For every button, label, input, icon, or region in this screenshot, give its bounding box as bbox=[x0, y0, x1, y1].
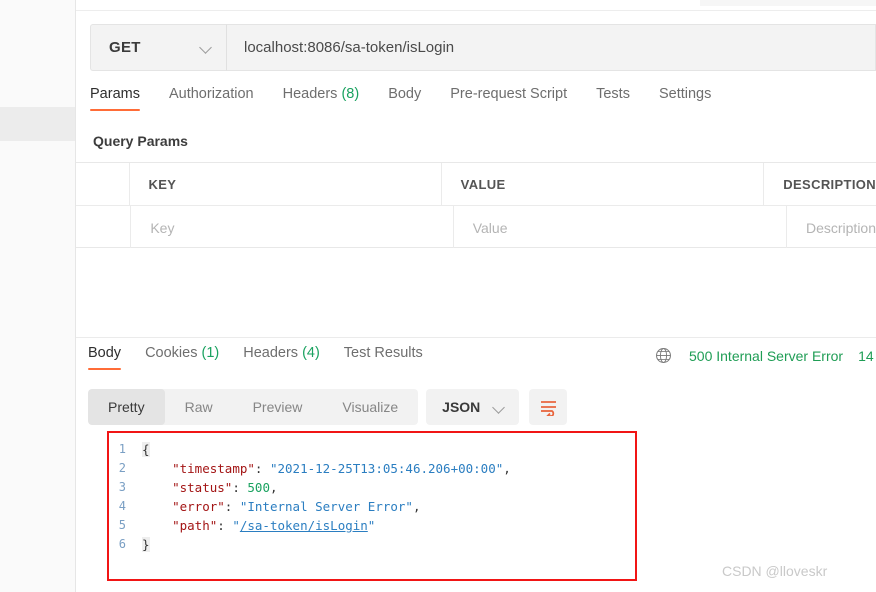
code-line-text: "status": 500, bbox=[172, 480, 278, 495]
value-input[interactable]: Value bbox=[454, 206, 787, 249]
tab-tests[interactable]: Tests bbox=[596, 86, 630, 111]
tab-headers-count: (8) bbox=[341, 86, 360, 102]
wrap-text-button[interactable] bbox=[529, 389, 568, 425]
tab-authorization[interactable]: Authorization bbox=[169, 86, 254, 111]
sidebar-selected-item[interactable] bbox=[0, 107, 75, 141]
code-line-text: "path": "/sa-token/isLogin" bbox=[172, 518, 376, 533]
tab-params-label: Params bbox=[90, 86, 140, 102]
code-line-number: 5 bbox=[118, 518, 126, 532]
code-line-text: "timestamp": "2021-12-25T13:05:46.206+00… bbox=[172, 461, 511, 476]
wrap-text-icon bbox=[540, 400, 556, 416]
table-header-key: KEY bbox=[130, 163, 442, 205]
code-line-number: 2 bbox=[118, 461, 126, 475]
response-tab-cookies-label: Cookies bbox=[145, 345, 198, 361]
tab-settings[interactable]: Settings bbox=[659, 86, 711, 111]
view-mode-visualize[interactable]: Visualize bbox=[322, 389, 418, 425]
code-line: 6} bbox=[112, 535, 632, 554]
code-line-text: } bbox=[142, 537, 150, 552]
code-line: 2 "timestamp": "2021-12-25T13:05:46.206+… bbox=[112, 459, 632, 478]
request-url-text: localhost:8086/sa-token/isLogin bbox=[244, 39, 455, 56]
request-url-bar: GET localhost:8086/sa-token/isLogin bbox=[90, 24, 876, 71]
response-section-divider bbox=[76, 337, 876, 338]
response-status-bar: 500 Internal Server Error 14 bbox=[655, 347, 874, 364]
code-line-number: 3 bbox=[118, 480, 126, 494]
globe-icon bbox=[656, 348, 671, 363]
http-method-label: GET bbox=[109, 39, 141, 56]
tab-pre-request-script[interactable]: Pre-request Script bbox=[450, 86, 567, 111]
key-input[interactable]: Key bbox=[131, 206, 454, 249]
tab-headers-label: Headers bbox=[282, 86, 338, 102]
request-url-input[interactable]: localhost:8086/sa-token/isLogin bbox=[226, 24, 876, 71]
description-input[interactable]: Description bbox=[787, 206, 876, 249]
response-time-text: 14 bbox=[858, 347, 874, 364]
code-line: 1{ bbox=[112, 440, 632, 459]
top-strip bbox=[76, 0, 876, 11]
status-code-text: 500 Internal Server Error bbox=[689, 347, 844, 364]
tab-pre-request-script-label: Pre-request Script bbox=[450, 86, 568, 102]
tab-settings-label: Settings bbox=[658, 86, 712, 102]
tab-body[interactable]: Body bbox=[388, 86, 421, 111]
response-tab-headers-label: Headers bbox=[243, 345, 299, 361]
view-mode-preview[interactable]: Preview bbox=[233, 389, 323, 425]
code-line-number: 4 bbox=[118, 499, 126, 513]
view-mode-raw[interactable]: Raw bbox=[165, 389, 233, 425]
left-sidebar-rail bbox=[0, 0, 76, 592]
postman-window: GET localhost:8086/sa-token/isLogin Para… bbox=[0, 0, 876, 592]
row-checkbox-cell[interactable] bbox=[76, 206, 132, 249]
params-empty-area bbox=[76, 248, 876, 337]
code-line: 5 "path": "/sa-token/isLogin" bbox=[112, 516, 632, 535]
table-header-checkbox-cell bbox=[76, 163, 130, 205]
code-line-number: 6 bbox=[118, 537, 126, 551]
query-params-table: KEY VALUE DESCRIPTION Key Value Descript… bbox=[76, 162, 876, 249]
response-tab-headers-count: (4) bbox=[302, 345, 320, 361]
response-tab-cookies-count: (1) bbox=[201, 345, 220, 361]
code-line-text: "error": "Internal Server Error", bbox=[172, 499, 421, 514]
response-tab-cookies[interactable]: Cookies (1) bbox=[145, 345, 219, 370]
response-tabs: Body Cookies (1) Headers (4) Test Result… bbox=[88, 345, 447, 375]
table-header-description: DESCRIPTION bbox=[783, 176, 876, 192]
table-header-value: VALUE bbox=[442, 163, 765, 205]
tab-params[interactable]: Params bbox=[90, 86, 140, 111]
top-strip-accent bbox=[700, 0, 876, 6]
response-body-code[interactable]: 1{2 "timestamp": "2021-12-25T13:05:46.20… bbox=[112, 440, 632, 576]
code-line-number: 1 bbox=[118, 442, 126, 456]
query-params-title: Query Params bbox=[93, 133, 188, 149]
code-line: 4 "error": "Internal Server Error", bbox=[112, 497, 632, 516]
table-header-row: KEY VALUE DESCRIPTION bbox=[76, 163, 876, 206]
table-row[interactable]: Key Value Description bbox=[76, 206, 876, 249]
response-tab-headers[interactable]: Headers (4) bbox=[243, 345, 320, 370]
request-tabs: Params Authorization Headers (8) Body Pr… bbox=[90, 86, 740, 119]
http-method-select[interactable]: GET bbox=[90, 24, 226, 71]
watermark: CSDN @lloveskr bbox=[722, 563, 828, 579]
tab-tests-label: Tests bbox=[596, 86, 630, 102]
response-view-mode-group: Pretty Raw Preview Visualize bbox=[88, 389, 419, 425]
tab-authorization-label: Authorization bbox=[168, 86, 254, 102]
response-format-label: JSON bbox=[442, 399, 481, 415]
response-tab-test-results-label: Test Results bbox=[343, 345, 423, 361]
code-line-text: { bbox=[142, 442, 150, 457]
response-view-toolbar: Pretty Raw Preview Visualize JSON bbox=[88, 389, 568, 425]
tab-body-label: Body bbox=[388, 86, 422, 102]
response-tab-body-label: Body bbox=[88, 345, 122, 361]
code-line: 3 "status": 500, bbox=[112, 478, 632, 497]
tab-headers[interactable]: Headers (8) bbox=[283, 86, 360, 111]
view-mode-pretty[interactable]: Pretty bbox=[88, 389, 165, 425]
chevron-down-icon bbox=[494, 402, 505, 413]
response-format-select[interactable]: JSON bbox=[426, 389, 520, 425]
response-tab-test-results[interactable]: Test Results bbox=[344, 345, 423, 370]
chevron-down-icon bbox=[201, 42, 212, 53]
response-tab-body[interactable]: Body bbox=[88, 345, 122, 370]
